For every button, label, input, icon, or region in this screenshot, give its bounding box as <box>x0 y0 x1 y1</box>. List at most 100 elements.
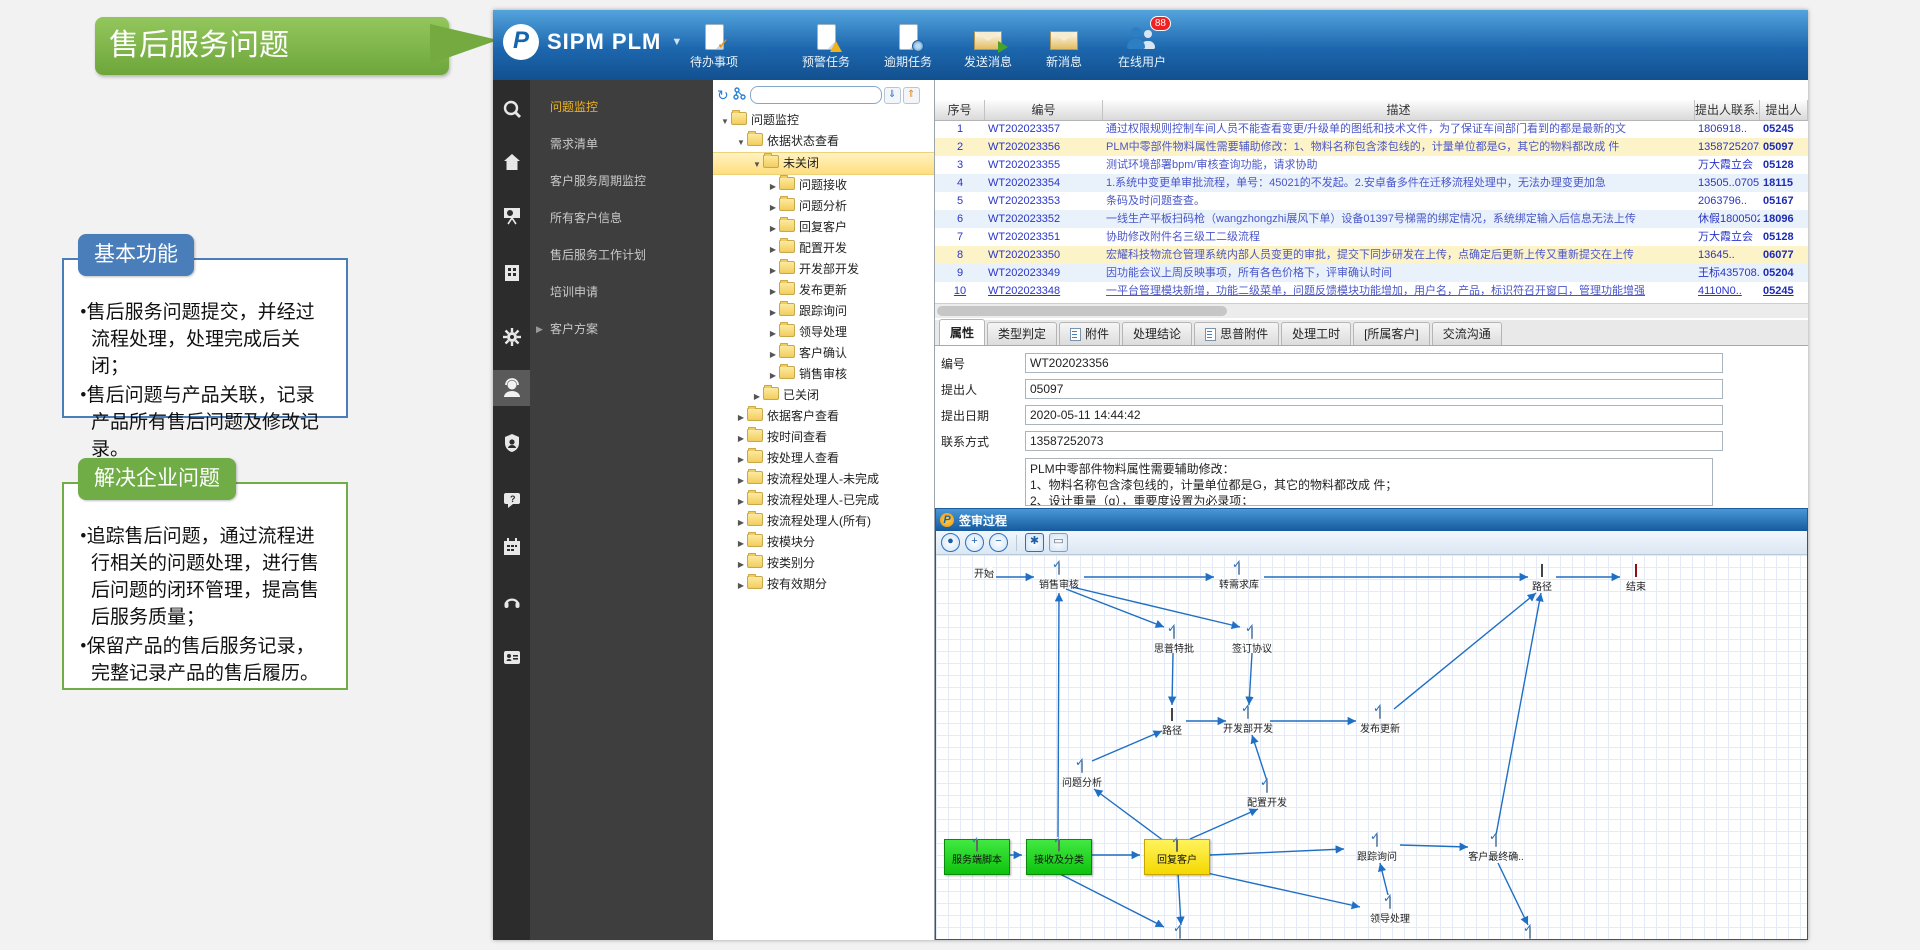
tree-item[interactable]: ▶ 按时间查看 <box>713 427 934 448</box>
menu-item-training[interactable]: 培训申请 <box>530 279 713 305</box>
customer-service-icon[interactable] <box>493 370 530 406</box>
col-contact[interactable]: 提出人联系... <box>1695 100 1760 120</box>
node-to-demand-lib[interactable]: 转需求库 <box>1211 562 1267 591</box>
organization-icon[interactable] <box>493 255 530 291</box>
new-message-button[interactable]: 新消息 <box>1021 20 1107 70</box>
zoom-in-icon[interactable]: + <box>965 533 984 552</box>
tree-item[interactable]: ▶ 客户确认 <box>713 343 934 364</box>
tab-communication[interactable]: 交流沟通 <box>1431 322 1502 345</box>
tree-item[interactable]: ▶ 问题分析 <box>713 196 934 217</box>
node-customer-confirm[interactable]: 客户最终确.. <box>1468 834 1524 863</box>
workflow-canvas[interactable]: 开始 销售审核 转需求库 路径 结束 思普特批 签订协议 路径 开发部开发 发布… <box>936 555 1807 939</box>
col-no[interactable]: 序号 <box>935 100 985 120</box>
tab-type-judgement[interactable]: 类型判定 <box>987 322 1058 345</box>
contact-field[interactable] <box>1025 431 1723 451</box>
horizontal-scrollbar[interactable] <box>935 303 1808 318</box>
description-textarea[interactable]: PLM中零部件物料属性需要辅助修改： 1、物料名称包含漆包线的，计量单位都是G，… <box>1025 458 1713 506</box>
col-person[interactable]: 提出人 <box>1760 100 1808 120</box>
table-row[interactable]: 6 WT202023352 一线生产平板扫码枪（wangzhongzhi展风下单）设… <box>935 210 1808 228</box>
workflow-titlebar[interactable]: P 签审过程 <box>936 509 1807 531</box>
tree-item[interactable]: ▶ 按模块分 <box>713 532 934 553</box>
tab-conclusion[interactable]: 处理结论 <box>1122 322 1193 345</box>
zoom-out-icon[interactable]: − <box>989 533 1008 552</box>
search-up-icon[interactable]: ⇑ <box>902 86 920 104</box>
tree-item[interactable]: ▶ 按流程处理人-已完成 <box>713 490 934 511</box>
tree-item[interactable]: ▶ 领导处理 <box>713 322 934 343</box>
table-row[interactable]: 1 WT202023357 通过权限规则控制车间人员不能查看变更/升级单的图纸和技术… <box>935 120 1808 138</box>
overdue-tasks-button[interactable]: 逾期任务 <box>865 20 951 70</box>
tree-item[interactable]: ▶ 回复客户 <box>713 217 934 238</box>
tree-item[interactable]: ▶ 按流程处理人-未完成 <box>713 469 934 490</box>
node-sign-agreement[interactable]: 签订协议 <box>1224 626 1280 655</box>
tree-item[interactable]: ▶ 问题接收 <box>713 175 934 196</box>
support-headset-icon[interactable] <box>493 583 530 619</box>
hierarchy-icon[interactable] <box>733 87 746 103</box>
tree-item[interactable]: ▶ 按有效期分 <box>713 574 934 595</box>
security-icon[interactable] <box>493 425 530 461</box>
online-users-button[interactable]: 88 在线用户 <box>1099 16 1185 70</box>
tab-attachments[interactable]: 附件 <box>1059 322 1121 345</box>
menu-item-all-customers[interactable]: 所有客户信息 <box>530 205 713 231</box>
node-track-inquiry[interactable]: 跟踪询问 <box>1349 834 1405 863</box>
tab-owner-customer[interactable]: [所属客户] <box>1353 322 1430 345</box>
table-row[interactable]: 7 WT202023351 协助修改附件名三级工二级流程 万大霞立会 05128 <box>935 228 1808 246</box>
tree-item[interactable]: ▶ 销售审核 <box>713 364 934 385</box>
send-message-button[interactable]: 发送消息 <box>945 20 1031 70</box>
node-leader-handle[interactable]: 领导处理 <box>1362 896 1418 925</box>
node-partial[interactable] <box>1502 926 1558 939</box>
table-row[interactable]: 3 WT202023355 测试环境部署bpm/审核查询功能，请求协助 万大霞立会 05… <box>935 156 1808 174</box>
node-config-dev[interactable]: 配置开发 <box>1239 780 1295 809</box>
warning-tasks-button[interactable]: 预警任务 <box>783 20 869 70</box>
tab-sipm-attachments[interactable]: 思普附件 <box>1194 322 1280 345</box>
menu-item-customer-cycle[interactable]: 客户服务周期监控 <box>530 168 713 194</box>
id-card-icon[interactable] <box>493 639 530 675</box>
table-row[interactable]: 2 WT202023356 PLM中零部件物料属性需要辅助修改：1、物料名称包含漆包… <box>935 138 1808 156</box>
tab-work-hours[interactable]: 处理工时 <box>1281 322 1352 345</box>
node-receive-classify[interactable]: 接收及分类 <box>1026 839 1092 875</box>
tree-search-input[interactable] <box>749 86 882 104</box>
node-sipm-special[interactable]: 思普特批 <box>1146 626 1202 655</box>
submit-date-field[interactable] <box>1025 405 1723 425</box>
tree-item[interactable]: ▶ 按处理人查看 <box>713 448 934 469</box>
node-service-script[interactable]: 服务端脚本 <box>944 839 1010 875</box>
dashboard-icon[interactable] <box>493 197 530 233</box>
tree-item[interactable]: ▶ 跟踪询问 <box>713 301 934 322</box>
monitor-icon[interactable]: ▭ <box>1049 533 1068 552</box>
tree-item[interactable]: ▶ 配置开发 <box>713 238 934 259</box>
zoom-reset-icon[interactable]: ● <box>941 533 960 552</box>
sipm-search-icon[interactable] <box>493 92 530 128</box>
col-code[interactable]: 编号 <box>985 100 1103 120</box>
submitter-field[interactable] <box>1025 379 1723 399</box>
node-issue-analysis[interactable]: 问题分析 <box>1054 760 1110 789</box>
todo-items-button[interactable]: 待办事项 <box>671 20 757 70</box>
menu-item-demand-list[interactable]: 需求清单 <box>530 131 713 157</box>
tree-item[interactable]: ▼ 问题监控 <box>713 110 934 131</box>
node-sales-review[interactable]: 销售审核 <box>1031 562 1087 591</box>
tree-item[interactable]: ▶ 开发部开发 <box>713 259 934 280</box>
menu-item-issue-monitor[interactable]: 问题监控 <box>530 94 713 120</box>
question-chat-icon[interactable]: ? <box>493 482 530 518</box>
code-field[interactable] <box>1025 353 1723 373</box>
table-row-selected[interactable]: 10 WT202023348 一平台管理模块新增，功能二级菜单，问题反馈模块功能增加… <box>935 282 1808 300</box>
node-release-update[interactable]: 发布更新 <box>1352 706 1408 735</box>
node-start[interactable]: 开始 <box>956 563 1012 580</box>
node-partial[interactable] <box>1152 926 1208 939</box>
tree-item[interactable]: ▶ 按类别分 <box>713 553 934 574</box>
tab-attributes[interactable]: 属性 <box>939 319 986 345</box>
table-row[interactable]: 9 WT202023349 因功能会议上周反映事项，所有各色价格下，评审确认时间 王标… <box>935 264 1808 282</box>
menu-item-service-plan[interactable]: 售后服务工作计划 <box>530 242 713 268</box>
tree-item[interactable]: ▶ 发布更新 <box>713 280 934 301</box>
settings-icon[interactable] <box>493 319 530 355</box>
node-route-mid[interactable]: 路径 <box>1144 708 1200 737</box>
tree-item[interactable]: ▼ 依据状态查看 <box>713 131 934 152</box>
calendar-icon[interactable] <box>493 529 530 565</box>
tree-item[interactable]: ▶ 依据客户查看 <box>713 406 934 427</box>
col-desc[interactable]: 描述 <box>1103 100 1695 120</box>
gear-icon[interactable]: ✱ <box>1025 533 1044 552</box>
tree-item-selected[interactable]: ▼ 未关闭 <box>713 152 934 175</box>
table-row[interactable]: 8 WT202023350 宏耀科技物流仓管理系统内部人员变更的审批，提交下同步研发… <box>935 246 1808 264</box>
scrollbar-thumb[interactable] <box>937 306 1227 316</box>
brand[interactable]: P SIPM PLM ▼ <box>503 24 682 60</box>
node-end[interactable]: 结束 <box>1608 564 1664 593</box>
table-row[interactable]: 4 WT202023354 1.系统中变更单审批流程，单号：45021的不发起。2.… <box>935 174 1808 192</box>
